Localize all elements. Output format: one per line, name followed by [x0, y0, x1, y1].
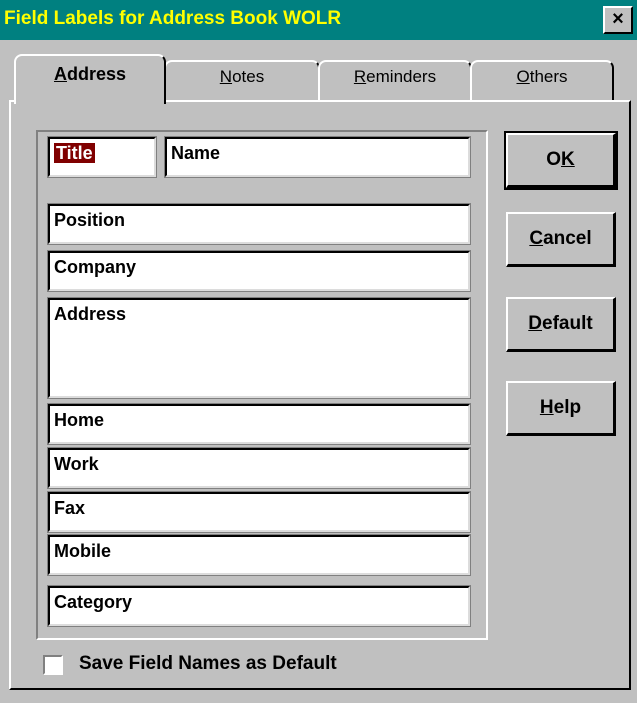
category-field[interactable]: Category — [47, 585, 471, 627]
tab-address[interactable]: Address — [14, 54, 166, 104]
cancel-button-mnemonic: C — [529, 228, 544, 249]
tab-others[interactable]: Others — [470, 60, 614, 102]
title-bar[interactable]: Field Labels for Address Book WOLR × — [0, 0, 637, 40]
work-phone-field[interactable]: Work — [47, 447, 471, 489]
tab-notes-mnemonic: N — [219, 67, 233, 86]
position-field[interactable]: Position — [47, 203, 471, 245]
default-button[interactable]: Default — [506, 297, 616, 352]
ok-button-mnemonic: K — [561, 149, 575, 170]
address-field[interactable]: Address — [47, 297, 471, 399]
dialog-window: Field Labels for Address Book WOLR × Add… — [0, 0, 637, 703]
tab-reminders-label: eminders — [366, 67, 437, 86]
tab-notes-label: otes — [232, 67, 265, 86]
mobile-field[interactable]: Mobile — [47, 534, 471, 576]
tab-notes[interactable]: Notes — [164, 60, 320, 102]
cancel-button[interactable]: Cancel — [506, 212, 616, 267]
save-default-checkbox[interactable] — [43, 655, 63, 675]
tab-others-label: thers — [529, 67, 568, 86]
tab-reminders-mnemonic: R — [353, 67, 367, 86]
default-button-mnemonic: D — [528, 313, 543, 334]
help-button[interactable]: Help — [506, 381, 616, 436]
tab-others-mnemonic: O — [516, 67, 530, 86]
window-title: Field Labels for Address Book WOLR — [4, 8, 342, 29]
ok-button[interactable]: OK — [504, 131, 618, 190]
company-field[interactable]: Company — [47, 250, 471, 292]
close-icon: × — [612, 8, 624, 30]
tab-address-mnemonic: A — [53, 64, 67, 84]
default-button-label: efault — [542, 313, 593, 334]
ok-button-label: O — [546, 149, 562, 170]
title-field-value: Title — [54, 143, 95, 163]
fax-field[interactable]: Fax — [47, 491, 471, 533]
help-button-mnemonic: H — [539, 397, 554, 418]
tab-address-label: ddress — [66, 64, 127, 84]
tab-reminders[interactable]: Reminders — [318, 60, 472, 102]
home-phone-field[interactable]: Home — [47, 403, 471, 445]
close-button[interactable]: × — [603, 6, 633, 34]
help-button-label: elp — [553, 397, 582, 418]
title-field[interactable]: Title — [47, 136, 157, 178]
cancel-button-label: ancel — [543, 228, 592, 249]
name-field[interactable]: Name — [164, 136, 471, 178]
save-default-checkbox-label[interactable]: Save Field Names as Default — [79, 653, 337, 675]
